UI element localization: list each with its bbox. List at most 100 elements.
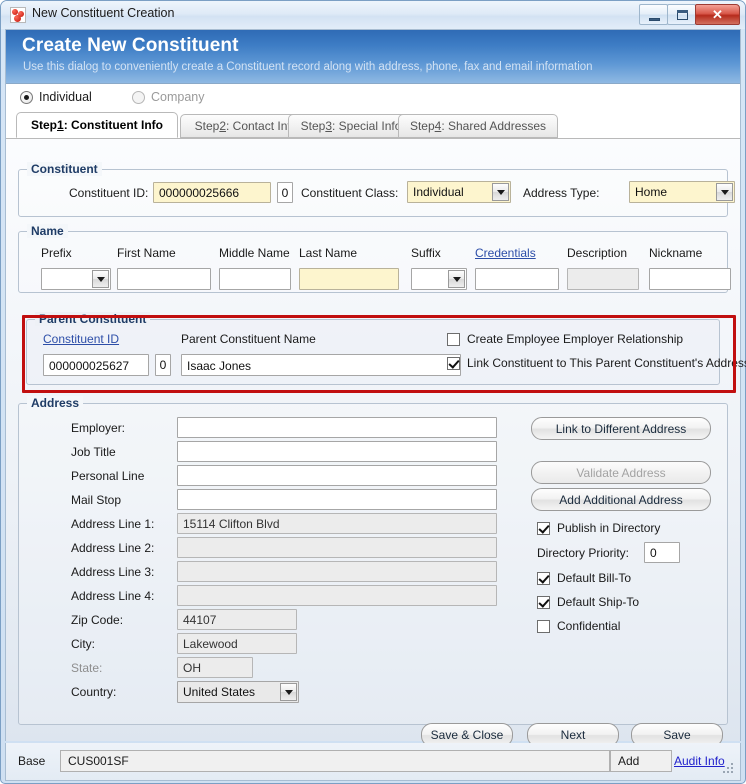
state-input[interactable]: OH [177, 657, 253, 678]
city-input[interactable]: Lakewood [177, 633, 297, 654]
last-name-label: Last Name [299, 246, 358, 260]
chevron-down-icon[interactable] [716, 183, 733, 201]
employer-input[interactable] [177, 417, 497, 438]
resize-grip-icon[interactable] [723, 763, 735, 775]
mail-stop-input[interactable] [177, 489, 497, 510]
job-title-input[interactable] [177, 441, 497, 462]
tab-label-post: : Constituent Info [63, 118, 163, 132]
description-label: Description [567, 246, 628, 260]
address-line-2-label: Address Line 2: [71, 541, 155, 555]
add-additional-address-button[interactable]: Add Additional Address [531, 488, 711, 511]
radio-company[interactable]: Company [132, 90, 205, 104]
checkbox-box-icon [447, 356, 460, 370]
radio-dot-icon [20, 90, 33, 104]
nickname-input[interactable] [649, 268, 731, 290]
tab-label-pre: Step [300, 119, 326, 133]
address-line-1-label: Address Line 1: [71, 517, 155, 531]
checkbox-box-icon [447, 332, 460, 346]
link-to-different-address-button[interactable]: Link to Different Address [531, 417, 711, 440]
address-line-3-input[interactable] [177, 561, 497, 582]
checkbox-publish-in-directory[interactable]: Publish in Directory [537, 521, 660, 535]
directory-priority-input[interactable]: 0 [644, 542, 680, 563]
checkbox-default-ship-to[interactable]: Default Ship-To [537, 595, 639, 609]
chevron-down-icon[interactable] [280, 683, 297, 701]
personal-line-input[interactable] [177, 465, 497, 486]
app-balls-icon [10, 7, 26, 23]
maximize-button[interactable] [667, 4, 696, 25]
suffix-select[interactable] [411, 268, 467, 290]
city-label: City: [71, 637, 95, 651]
country-label: Country: [71, 685, 117, 699]
add-button[interactable]: Add [610, 750, 672, 772]
chevron-down-icon[interactable] [92, 270, 109, 288]
personal-line-label: Personal Line [71, 469, 145, 483]
tab-strip: Step 1: Constituent Info Step 2: Contact… [6, 112, 740, 138]
constituent-id-suffix-input[interactable]: 0 [277, 182, 293, 203]
checkbox-default-bill-to[interactable]: Default Bill-To [537, 571, 631, 585]
credentials-input[interactable] [475, 268, 559, 290]
constituent-id-label: Constituent ID: [69, 186, 149, 200]
validate-address-button[interactable]: Validate Address [531, 461, 711, 484]
checkbox-box-icon [537, 595, 550, 609]
base-value-field[interactable]: CUS001SF [60, 750, 610, 772]
zip-code-label: Zip Code: [71, 613, 124, 627]
constituent-class-select[interactable]: Individual [407, 181, 511, 203]
window-controls: ✕ [639, 4, 740, 25]
address-line-4-input[interactable] [177, 585, 497, 606]
prefix-label: Prefix [41, 246, 72, 260]
prefix-select[interactable] [41, 268, 111, 290]
job-title-label: Job Title [71, 445, 116, 459]
first-name-input[interactable] [117, 268, 211, 290]
form-body: Constituent Constituent ID: 000000025666… [6, 138, 746, 747]
chevron-down-icon[interactable] [492, 183, 509, 201]
checkbox-label: Default Ship-To [557, 595, 640, 609]
parent-constituent-id-link[interactable]: Constituent ID [43, 332, 119, 346]
close-button[interactable]: ✕ [695, 4, 740, 25]
entity-type-row: Individual Company [6, 84, 740, 112]
address-type-value: Home [635, 185, 668, 199]
zip-code-input[interactable]: 44107 [177, 609, 297, 630]
close-icon: ✕ [712, 6, 723, 22]
checkbox-label: Create Employee Employer Relationship [467, 332, 684, 346]
constituent-class-label: Constituent Class: [301, 186, 399, 200]
checkbox-confidential[interactable]: Confidential [537, 619, 620, 633]
base-label: Base [18, 754, 46, 768]
tab-mnemonic: 4 [434, 119, 442, 133]
audit-info-link[interactable]: Audit Info [674, 754, 725, 768]
tab-special-info[interactable]: Step 3: Special Info [288, 114, 414, 138]
suffix-label: Suffix [411, 246, 441, 260]
parent-constituent-group: Parent Constituent Constituent ID 000000… [26, 312, 746, 385]
radio-individual[interactable]: Individual [20, 90, 92, 104]
checkbox-label: Default Bill-To [557, 571, 632, 585]
address-type-select[interactable]: Home [629, 181, 735, 203]
credentials-link[interactable]: Credentials [475, 246, 536, 260]
tab-shared-addresses[interactable]: Step 4: Shared Addresses [398, 114, 558, 138]
tab-constituent-info[interactable]: Step 1: Constituent Info [16, 112, 178, 138]
checkbox-label: Link Constituent to This Parent Constitu… [467, 356, 746, 370]
last-name-input[interactable] [299, 268, 399, 290]
checkbox-link-constituent-to-parent-address[interactable]: Link Constituent to This Parent Constitu… [447, 356, 746, 370]
tab-label-post: : Contact Info [226, 119, 298, 133]
tab-label-pre: Step [194, 119, 220, 133]
window-title: New Constituent Creation [32, 6, 175, 20]
tab-label-post: : Shared Addresses [441, 119, 547, 133]
checkbox-label: Publish in Directory [557, 521, 661, 535]
parent-constituent-name-input[interactable]: Isaac Jones [181, 354, 461, 376]
tab-mnemonic: 2 [219, 119, 226, 133]
minimize-button[interactable] [639, 4, 668, 25]
radio-dot-icon [132, 90, 145, 104]
tab-label-pre: Step [30, 118, 57, 132]
tab-mnemonic: 3 [325, 119, 332, 133]
country-select[interactable]: United States [177, 681, 299, 703]
parent-constituent-id-suffix-input[interactable]: 0 [155, 354, 171, 376]
address-line-1-input[interactable]: 15114 Clifton Blvd [177, 513, 497, 534]
parent-constituent-id-input[interactable]: 000000025627 [43, 354, 149, 376]
mail-stop-label: Mail Stop [71, 493, 122, 507]
constituent-id-input[interactable]: 000000025666 [153, 182, 271, 203]
address-line-2-input[interactable] [177, 537, 497, 558]
chevron-down-icon[interactable] [448, 270, 465, 288]
tab-mnemonic: 1 [57, 118, 64, 132]
checkbox-create-employee-employer-relationship[interactable]: Create Employee Employer Relationship [447, 332, 683, 346]
middle-name-input[interactable] [219, 268, 291, 290]
title-bar: New Constituent Creation ✕ [1, 1, 745, 29]
